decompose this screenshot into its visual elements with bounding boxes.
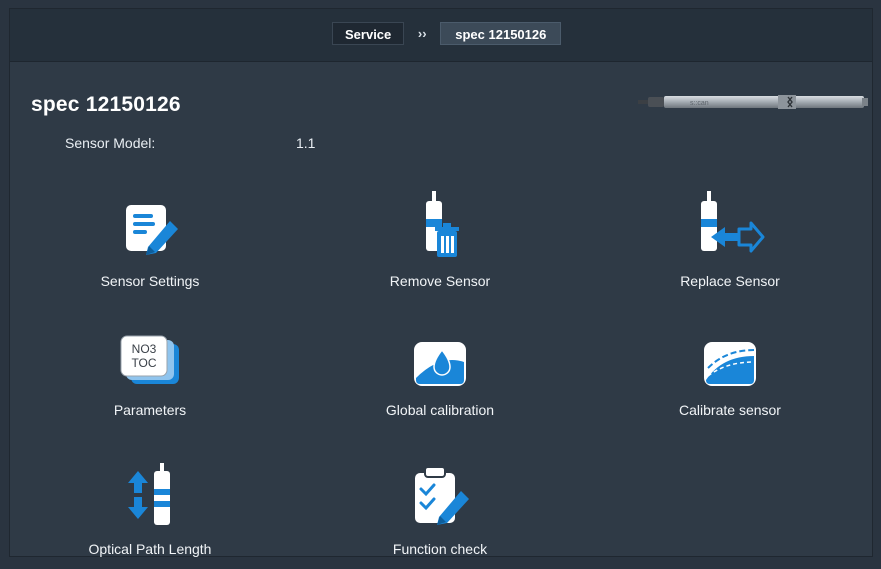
sensor-settings-tile[interactable]: Sensor Settings — [40, 189, 260, 299]
page-title: spec 12150126 — [31, 93, 181, 116]
top-bar: Service ›› spec 12150126 — [10, 9, 872, 62]
calibrate-sensor-icon — [695, 324, 765, 388]
remove-sensor-icon — [405, 189, 475, 259]
parameters-icon: NO3 TOC — [115, 324, 185, 388]
calibrate-sensor-tile[interactable]: Calibrate sensor — [620, 324, 840, 434]
sensor-probe-image: s::can — [638, 95, 868, 109]
breadcrumb-service[interactable]: Service — [332, 22, 405, 45]
function-check-icon — [405, 459, 475, 527]
remove-sensor-label: Remove Sensor — [389, 273, 491, 289]
breadcrumb: Service ›› spec 12150126 — [332, 22, 562, 45]
function-check-tile[interactable]: Function check — [330, 459, 550, 569]
service-panel: Service ›› spec 12150126 spec 12150126 S… — [9, 8, 873, 557]
sensor-model-value: 1.1 — [296, 135, 316, 151]
function-check-label: Function check — [392, 541, 488, 557]
global-calibration-tile[interactable]: Global calibration — [330, 324, 550, 434]
parameters-icon-text-no3: NO3 — [132, 342, 157, 356]
global-calibration-label: Global calibration — [385, 402, 495, 418]
parameters-label: Parameters — [113, 402, 187, 418]
optical-path-length-label: Optical Path Length — [88, 541, 212, 557]
sensor-model-label: Sensor Model: — [65, 135, 156, 151]
replace-sensor-tile[interactable]: Replace Sensor — [620, 189, 840, 299]
replace-sensor-icon — [695, 189, 765, 259]
optical-path-length-tile[interactable]: Optical Path Length — [40, 459, 260, 569]
breadcrumb-current-sensor[interactable]: spec 12150126 — [440, 22, 562, 45]
sensor-settings-label: Sensor Settings — [100, 273, 200, 289]
global-calibration-icon — [405, 324, 475, 388]
replace-sensor-label: Replace Sensor — [680, 273, 780, 289]
remove-sensor-tile[interactable]: Remove Sensor — [330, 189, 550, 299]
probe-brand-text: s::can — [690, 100, 709, 107]
optical-path-length-icon — [115, 459, 185, 527]
calibrate-sensor-label: Calibrate sensor — [679, 402, 781, 418]
sensor-settings-icon — [115, 189, 185, 259]
parameters-tile[interactable]: NO3 TOC Parameters — [40, 324, 260, 434]
parameters-icon-text-toc: TOC — [131, 356, 156, 370]
breadcrumb-separator: ›› — [417, 26, 427, 41]
